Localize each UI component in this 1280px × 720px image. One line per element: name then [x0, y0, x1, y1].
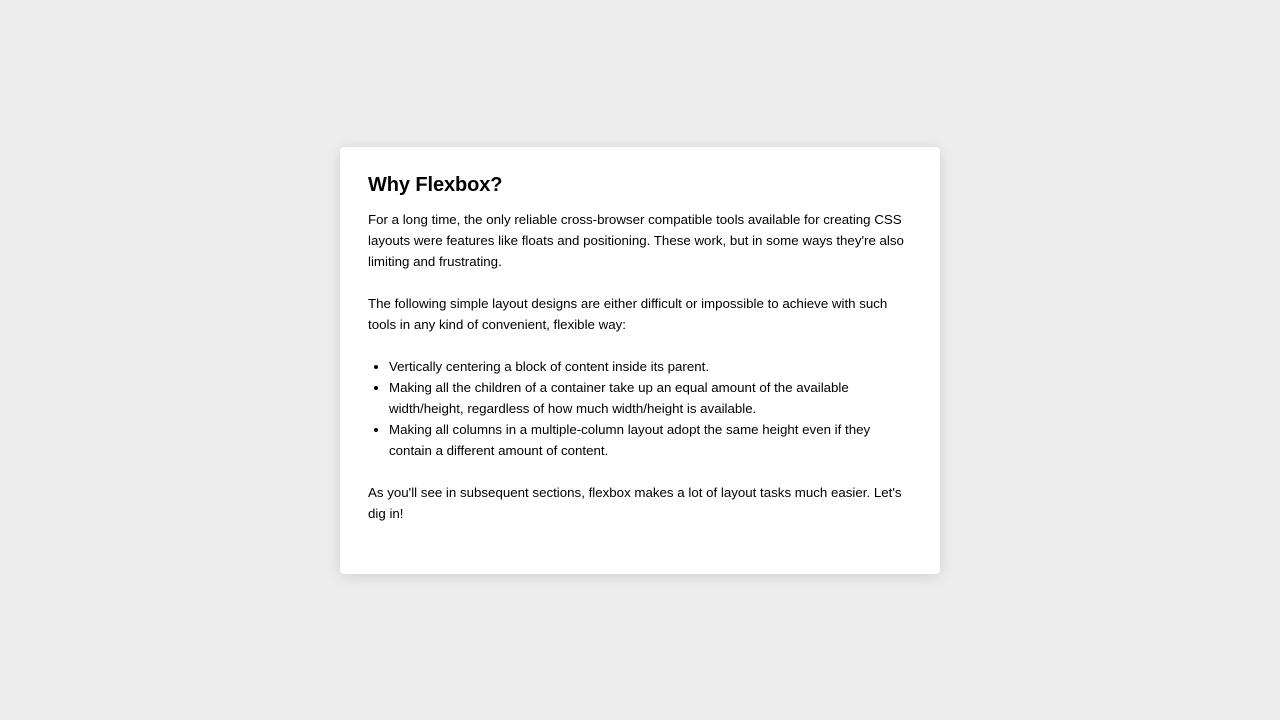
article-card: Why Flexbox? For a long time, the only r…	[340, 147, 940, 574]
list-item: Making all the children of a container t…	[389, 377, 912, 419]
article-title: Why Flexbox?	[368, 174, 503, 196]
list-item: Vertically centering a block of content …	[389, 356, 912, 377]
closing-paragraph: As you'll see in subsequent sections, fl…	[368, 485, 902, 521]
list-item: Making all columns in a multiple-column …	[389, 419, 912, 461]
intro-paragraph: For a long time, the only reliable cross…	[368, 212, 904, 269]
layout-challenges-list: Vertically centering a block of content …	[368, 356, 912, 461]
limitations-paragraph: The following simple layout designs are …	[368, 296, 888, 332]
